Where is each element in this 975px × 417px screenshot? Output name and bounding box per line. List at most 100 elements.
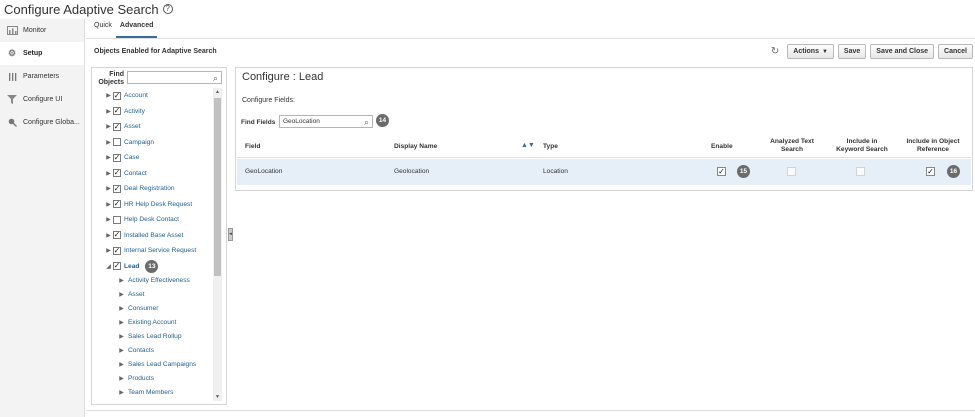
expand-caret-icon[interactable]: ▶ (104, 216, 113, 223)
tree-item-label[interactable]: Activity (124, 108, 145, 115)
tree-child-label[interactable]: Activity Effectiveness (128, 277, 190, 284)
object-checkbox[interactable]: ✓ (113, 200, 121, 209)
tree-item[interactable]: ▶ ✓ Activity (92, 104, 213, 120)
tree-item[interactable]: ▶ ✓ Case (92, 150, 213, 166)
tree-item-label[interactable]: HR Help Desk Request (124, 201, 192, 208)
column-header-field[interactable]: Field (245, 143, 260, 150)
help-icon[interactable]: ? (162, 4, 173, 14)
tree-item-label[interactable]: Asset (124, 123, 141, 130)
sort-arrows-icon[interactable]: ▲▼ (521, 142, 535, 149)
object-checkbox[interactable]: ✓ (113, 184, 121, 193)
tree-child-item[interactable]: ▶ Sales Lead Rollup (92, 330, 213, 344)
tree-item-label[interactable]: Contact (124, 170, 147, 177)
search-icon[interactable]: ⌕ (364, 117, 369, 128)
tree-child-item[interactable]: ▶ Asset (92, 288, 213, 302)
tree-child-label[interactable]: Existing Account (128, 319, 176, 326)
object-checkbox[interactable]: ✓ (113, 107, 121, 116)
tree-item-label[interactable]: Lead (124, 263, 139, 270)
object-checkbox[interactable]: ✓ (113, 169, 121, 178)
tree-item-label[interactable]: Help Desk Contact (124, 216, 179, 223)
tree-child-item[interactable]: ▶ Contacts (92, 343, 213, 357)
object-checkbox[interactable]: ✓ (113, 262, 121, 271)
column-header-keyword[interactable]: Include in Keyword Search (827, 138, 897, 154)
tree-item-label[interactable]: Deal Registration (124, 185, 175, 192)
nav-item-setup[interactable]: ⚙ Setup (0, 42, 84, 65)
column-header-analyzed[interactable]: Analyzed Text Search (762, 138, 822, 154)
expand-caret-icon[interactable]: ▶ (104, 247, 113, 254)
object-checkbox[interactable]: ✓ (113, 91, 121, 100)
tree-child-item[interactable]: ▶ Sales Lead Campaigns (92, 357, 213, 371)
object-checkbox[interactable] (113, 138, 121, 147)
tab-quick[interactable]: Quick (90, 20, 116, 38)
tree-child-item[interactable]: ▶ Activity Effectiveness (92, 274, 213, 288)
object-reference-checkbox[interactable]: ✓ (926, 167, 935, 176)
tree-child-label[interactable]: Consumer (128, 305, 158, 312)
object-checkbox[interactable]: ✓ (113, 246, 121, 255)
find-fields-input[interactable]: GeoLocation ⌕ (279, 115, 373, 128)
tree-item-label[interactable]: Internal Service Request (124, 247, 196, 254)
refresh-icon[interactable]: ↻ (771, 46, 779, 57)
nav-item-configure-global[interactable]: Configure Globa... (0, 111, 84, 134)
tree-item-label[interactable]: Campaign (124, 139, 154, 146)
tree-item[interactable]: ▶ ✓ Account (92, 88, 213, 104)
tree-item[interactable]: ▶ ✓ Installed Base Asset (92, 228, 213, 244)
tree-child-label[interactable]: Contacts (128, 347, 154, 354)
scroll-down-arrow-icon[interactable]: ▼ (213, 393, 222, 401)
expand-caret-icon[interactable]: ▶ (117, 389, 126, 396)
expand-caret-icon[interactable]: ▶ (104, 92, 113, 99)
tree-child-item[interactable]: ▶ Team Members (92, 385, 213, 399)
tree-child-label[interactable]: Sales Lead Rollup (128, 333, 182, 340)
tree-item-label[interactable]: Account (124, 92, 148, 99)
object-checkbox[interactable] (113, 215, 121, 224)
expand-caret-icon[interactable]: ▶ (117, 305, 126, 312)
nav-item-monitor[interactable]: Monitor (0, 19, 84, 42)
column-header-object-reference[interactable]: Include in Object Reference (897, 138, 969, 154)
object-checkbox[interactable]: ✓ (113, 122, 121, 131)
save-and-close-button[interactable]: Save and Close (870, 44, 935, 59)
scroll-up-arrow-icon[interactable]: ▲ (213, 88, 222, 96)
nav-item-parameters[interactable]: Parameters (0, 65, 84, 88)
tree-child-item[interactable]: ▶ Consumer (92, 302, 213, 316)
panel-splitter-handle[interactable]: ◂ (228, 228, 233, 241)
tab-advanced[interactable]: Advanced (115, 20, 158, 38)
expand-caret-icon[interactable]: ▶ (117, 319, 126, 326)
expanded-caret-icon[interactable]: ◢ (104, 263, 113, 270)
cancel-button[interactable]: Cancel (938, 44, 973, 59)
tree-child-item[interactable]: ▶ Products (92, 371, 213, 385)
tree-child-label[interactable]: Asset (128, 291, 145, 298)
expand-caret-icon[interactable]: ▶ (104, 108, 113, 115)
tree-child-label[interactable]: Products (128, 375, 154, 382)
enable-checkbox[interactable]: ✓ (717, 167, 726, 176)
object-checkbox[interactable]: ✓ (113, 153, 121, 162)
expand-caret-icon[interactable]: ▶ (117, 375, 126, 382)
tree-item[interactable]: ▶ ✓ Contact (92, 166, 213, 182)
tree-child-label[interactable]: Sales Lead Campaigns (128, 361, 196, 368)
expand-caret-icon[interactable]: ▶ (104, 170, 113, 177)
tree-child-item[interactable]: ▶ Existing Account (92, 316, 213, 330)
search-icon[interactable]: ⌕ (213, 73, 218, 84)
expand-caret-icon[interactable]: ▶ (117, 291, 126, 298)
tree-child-label[interactable]: Team Members (128, 389, 173, 396)
tree-item[interactable]: ▶ Campaign (92, 135, 213, 151)
tree-item[interactable]: ▶ Help Desk Contact (92, 212, 213, 228)
tree-item-label[interactable]: Case (124, 154, 139, 161)
find-objects-input[interactable]: ⌕ (127, 71, 222, 84)
expand-caret-icon[interactable]: ▶ (104, 232, 113, 239)
column-header-display-name[interactable]: Display Name (394, 143, 437, 150)
expand-caret-icon[interactable]: ▶ (104, 123, 113, 130)
column-header-type[interactable]: Type (543, 143, 558, 150)
tree-scrollbar[interactable]: ▲ ▼ (213, 88, 222, 401)
expand-caret-icon[interactable]: ▶ (117, 333, 126, 340)
actions-menu-button[interactable]: Actions ▼ (787, 44, 834, 59)
tree-item[interactable]: ▶ ✓ Deal Registration (92, 181, 213, 197)
tree-item[interactable]: ◢ ✓ Lead 13 (92, 259, 213, 275)
expand-caret-icon[interactable]: ▶ (104, 154, 113, 161)
expand-caret-icon[interactable]: ▶ (117, 361, 126, 368)
expand-caret-icon[interactable]: ▶ (104, 201, 113, 208)
tree-item[interactable]: ▶ ✓ Asset (92, 119, 213, 135)
expand-caret-icon[interactable]: ▶ (117, 347, 126, 354)
expand-caret-icon[interactable]: ▶ (104, 139, 113, 146)
tree-item[interactable]: ▶ ✓ HR Help Desk Request (92, 197, 213, 213)
expand-caret-icon[interactable]: ▶ (117, 277, 126, 284)
nav-item-configure-ui[interactable]: Configure UI (0, 88, 84, 111)
